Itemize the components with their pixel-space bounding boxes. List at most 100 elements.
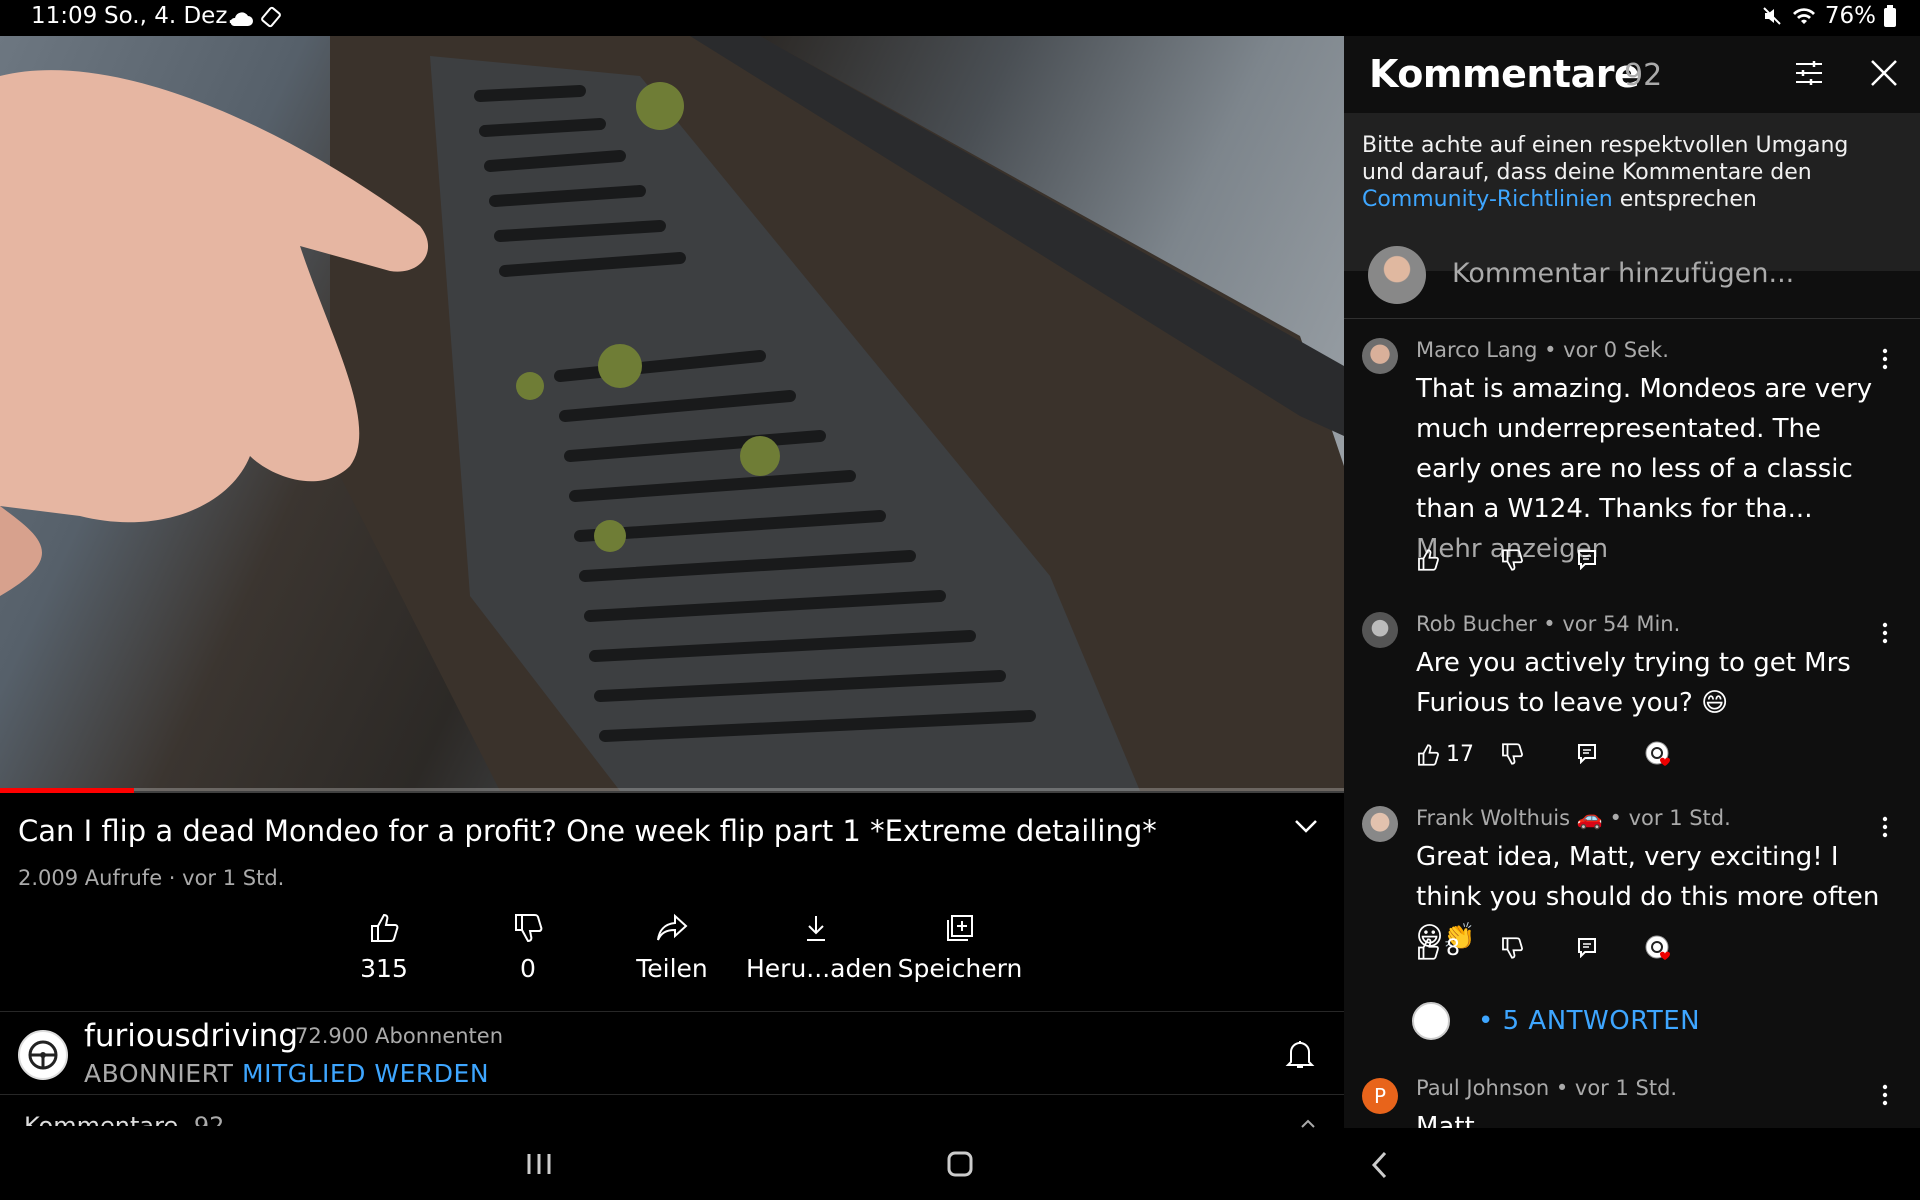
- chevron-down-icon[interactable]: [1294, 818, 1318, 838]
- subscriber-count: 72.900 Abonnenten: [295, 1024, 504, 1048]
- comment-header: Marco Lang • vor 0 Sek.: [1416, 338, 1669, 362]
- close-icon[interactable]: [1869, 58, 1899, 92]
- comment-reply-button[interactable]: [1576, 936, 1598, 958]
- wifi-icon: [1792, 8, 1815, 24]
- status-bar: 11:09 So., 4. Dez. 76%: [0, 0, 1920, 36]
- dislike-icon: [1502, 743, 1523, 765]
- comment-avatar[interactable]: [1362, 338, 1398, 374]
- comment-like-count: 8: [1446, 936, 1460, 961]
- like-icon: [1418, 549, 1439, 571]
- comment-text: That is amazing. Mondeos are very much u…: [1416, 369, 1886, 569]
- status-right: 76%: [1761, 3, 1896, 29]
- divider: [0, 1011, 1344, 1012]
- video-progress-fill: [0, 788, 135, 793]
- user-avatar: [1368, 246, 1426, 304]
- comment-dislike-button[interactable]: [1500, 936, 1524, 960]
- comment-text: Matt: [1416, 1112, 1475, 1128]
- save-icon: [947, 915, 973, 941]
- share-label: Teilen: [636, 954, 708, 983]
- filter-icon[interactable]: [1794, 60, 1824, 90]
- comment-avatar[interactable]: P: [1362, 1078, 1398, 1114]
- video-frame: [0, 36, 1344, 791]
- video-views-age: 2.009 Aufrufe · vor 1 Std.: [18, 866, 285, 890]
- comment-like-count: 17: [1446, 742, 1474, 767]
- more-options-icon[interactable]: [1882, 816, 1888, 842]
- like-icon: [1418, 743, 1439, 766]
- panel-comment-count: 92: [1624, 58, 1663, 93]
- comment-avatar[interactable]: [1362, 806, 1398, 842]
- comment-reply-button[interactable]: [1576, 548, 1598, 570]
- dislike-icon: [515, 914, 543, 943]
- more-options-icon[interactable]: [1882, 622, 1888, 648]
- back-icon[interactable]: [1370, 1150, 1388, 1184]
- like-icon: [371, 913, 399, 942]
- comment-reply-button[interactable]: [1576, 742, 1598, 764]
- download-label: Heru...aden: [746, 954, 893, 983]
- save-label: Speichern: [897, 954, 1023, 983]
- more-options-icon[interactable]: [1882, 348, 1888, 374]
- recent-apps-icon[interactable]: [526, 1152, 552, 1180]
- comment-like-button[interactable]: 17: [1416, 742, 1474, 767]
- divider: [0, 1094, 1344, 1095]
- download-button[interactable]: Heru...aden: [746, 912, 893, 983]
- dislike-icon: [1502, 937, 1523, 959]
- comment-like-button[interactable]: [1416, 548, 1440, 572]
- comments-peek-label: Kommentare: [24, 1112, 179, 1126]
- bell-icon[interactable]: [1285, 1038, 1315, 1074]
- like-icon: [1418, 937, 1439, 960]
- dislike-button[interactable]: 0: [458, 912, 598, 983]
- replies-avatar: [1412, 1002, 1450, 1040]
- comment-text: Are you actively trying to get Mrs Furio…: [1416, 648, 1851, 718]
- comments-peek[interactable]: Kommentare 92: [24, 1112, 224, 1126]
- home-icon[interactable]: [946, 1150, 974, 1182]
- status-time: 11:09: [31, 3, 98, 29]
- comment-header: Frank Wolthuis 🚗 • vor 1 Std.: [1416, 806, 1731, 830]
- panel-title: Kommentare: [1369, 52, 1640, 96]
- notice-line-2: und darauf, dass deine Kommentare den: [1362, 160, 1812, 185]
- dislike-count: 0: [520, 954, 536, 983]
- community-guidelines-link[interactable]: Community-Richtlinien: [1362, 187, 1613, 212]
- navigation-bar: [0, 1128, 1920, 1200]
- dislike-icon: [1502, 549, 1523, 571]
- comment-dislike-button[interactable]: [1500, 742, 1524, 766]
- rotation-lock-icon: [260, 6, 282, 34]
- reply-icon: [1578, 744, 1596, 764]
- video-progress-bar[interactable]: [0, 788, 1344, 793]
- comments-panel: Kommentare 92 Bitte achte auf einen resp…: [1344, 36, 1920, 1128]
- add-comment-input[interactable]: Kommentar hinzufügen...: [1452, 258, 1794, 289]
- video-player[interactable]: [0, 36, 1344, 791]
- comment-avatar[interactable]: [1362, 612, 1398, 648]
- comment-dislike-button[interactable]: [1500, 548, 1524, 572]
- channel-avatar[interactable]: [18, 1030, 68, 1080]
- save-button[interactable]: Speichern: [890, 912, 1030, 983]
- download-icon: [807, 916, 825, 941]
- comment-like-button[interactable]: 8: [1416, 936, 1460, 961]
- join-membership-button[interactable]: MITGLIED WERDEN: [242, 1059, 489, 1088]
- notice-line-1: Bitte achte auf einen respektvollen Umga…: [1362, 133, 1849, 158]
- comment-text-body: That is amazing. Mondeos are very much u…: [1416, 374, 1873, 524]
- mute-icon: [1763, 7, 1781, 25]
- creator-heart-icon: [1644, 740, 1674, 770]
- notice-tail: entsprechen: [1612, 187, 1757, 212]
- comments-peek-count: 92: [193, 1112, 225, 1126]
- status-date: So., 4. Dez.: [104, 3, 235, 29]
- comment-header: Paul Johnson • vor 1 Std.: [1416, 1076, 1678, 1100]
- video-title[interactable]: Can I flip a dead Mondeo for a profit? O…: [18, 814, 1268, 848]
- more-options-icon[interactable]: [1882, 1084, 1888, 1110]
- battery-icon: [1884, 5, 1896, 27]
- like-count: 315: [360, 954, 408, 983]
- view-replies-button[interactable]: • 5 ANTWORTEN: [1478, 1006, 1700, 1036]
- divider: [1344, 318, 1920, 319]
- reply-icon: [1578, 550, 1596, 570]
- share-icon: [657, 913, 688, 941]
- subscribed-button[interactable]: ABONNIERT: [84, 1059, 233, 1088]
- share-button[interactable]: Teilen: [602, 912, 742, 983]
- guidelines-text: Bitte achte auf einen respektvollen Umga…: [1362, 132, 1882, 213]
- creator-heart-icon: [1644, 934, 1674, 964]
- like-button[interactable]: 315: [314, 912, 454, 983]
- reply-icon: [1578, 938, 1596, 958]
- cloud-icon: [228, 8, 254, 34]
- channel-name[interactable]: furiousdriving: [84, 1018, 298, 1054]
- comment-header: Rob Bucher • vor 54 Min.: [1416, 612, 1681, 636]
- battery-percent: 76%: [1824, 3, 1876, 29]
